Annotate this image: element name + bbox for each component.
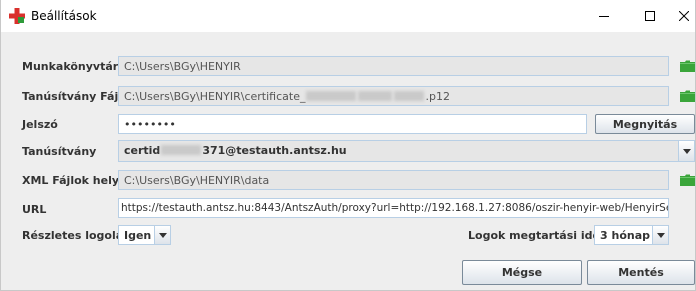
folder-icon[interactable] <box>680 90 695 102</box>
xml-dir-label: XML Fájlok helye <box>22 174 127 187</box>
url-label: URL <box>22 203 47 216</box>
log-retention-select[interactable]: 3 hónap <box>594 225 669 245</box>
redacted-text <box>358 91 393 101</box>
cert-file-value-end: .p12 <box>425 90 450 103</box>
workdir-label: Munkakönyvtár <box>22 60 119 73</box>
workdir-field[interactable]: C:\Users\BGy\HENYIR <box>118 56 669 76</box>
redacted-text <box>306 91 357 101</box>
chevron-down-icon <box>158 232 167 238</box>
certificate-dropdown-button[interactable] <box>678 141 694 161</box>
certificate-value-end: 371@testauth.antsz.hu <box>202 144 347 157</box>
certificate-value: certid 371@testauth.antsz.hu <box>119 141 678 161</box>
chevron-down-icon <box>682 148 691 154</box>
settings-dialog: Beállítások Munkakönyvtár C:\Users\BGy\H… <box>0 0 696 291</box>
title-bar: Beállítások <box>1 0 695 32</box>
maximize-icon <box>645 11 655 21</box>
save-button[interactable]: Mentés <box>587 260 695 285</box>
cert-file-field[interactable]: C:\Users\BGy\HENYIR\certificate_ .p12 <box>118 86 669 106</box>
certificate-label: Tanúsítvány <box>22 145 97 158</box>
window-title: Beállítások <box>31 9 97 23</box>
logging-dropdown-button[interactable] <box>154 226 170 244</box>
cert-file-label: Tanúsítvány Fájl <box>22 90 123 103</box>
logging-select[interactable]: Igen <box>118 225 171 245</box>
xml-dir-field[interactable]: C:\Users\BGy\HENYIR\data <box>118 170 669 190</box>
chevron-down-icon <box>656 232 665 238</box>
log-retention-dropdown-button[interactable] <box>652 226 668 244</box>
folder-icon[interactable] <box>680 60 695 72</box>
minimize-icon <box>599 16 609 17</box>
minimize-button[interactable] <box>581 0 627 32</box>
password-label: Jelszó <box>22 118 58 131</box>
cert-file-value-start: C:\Users\BGy\HENYIR\certificate_ <box>124 90 306 103</box>
close-icon <box>679 11 689 21</box>
certificate-value-start: certid <box>124 144 161 157</box>
certificate-select[interactable]: certid 371@testauth.antsz.hu <box>118 140 695 162</box>
logging-value: Igen <box>124 229 152 242</box>
log-retention-value: 3 hónap <box>600 229 650 242</box>
url-field[interactable]: https://testauth.antsz.hu:8443/AntszAuth… <box>118 198 669 218</box>
close-button[interactable] <box>673 0 695 32</box>
folder-icon[interactable] <box>680 174 695 186</box>
redacted-text <box>394 91 425 101</box>
open-button[interactable]: Megnyitás <box>595 114 695 134</box>
app-logo-icon <box>9 8 25 24</box>
logging-label: Részletes logolás <box>22 229 130 242</box>
cancel-button[interactable]: Mégse <box>462 260 582 285</box>
redacted-text <box>161 145 202 155</box>
password-field[interactable]: •••••••• <box>118 114 587 134</box>
settings-form: Munkakönyvtár C:\Users\BGy\HENYIR Tanúsí… <box>1 32 695 290</box>
log-retention-label: Logok megtartási ideje <box>468 229 612 242</box>
maximize-button[interactable] <box>627 0 673 32</box>
